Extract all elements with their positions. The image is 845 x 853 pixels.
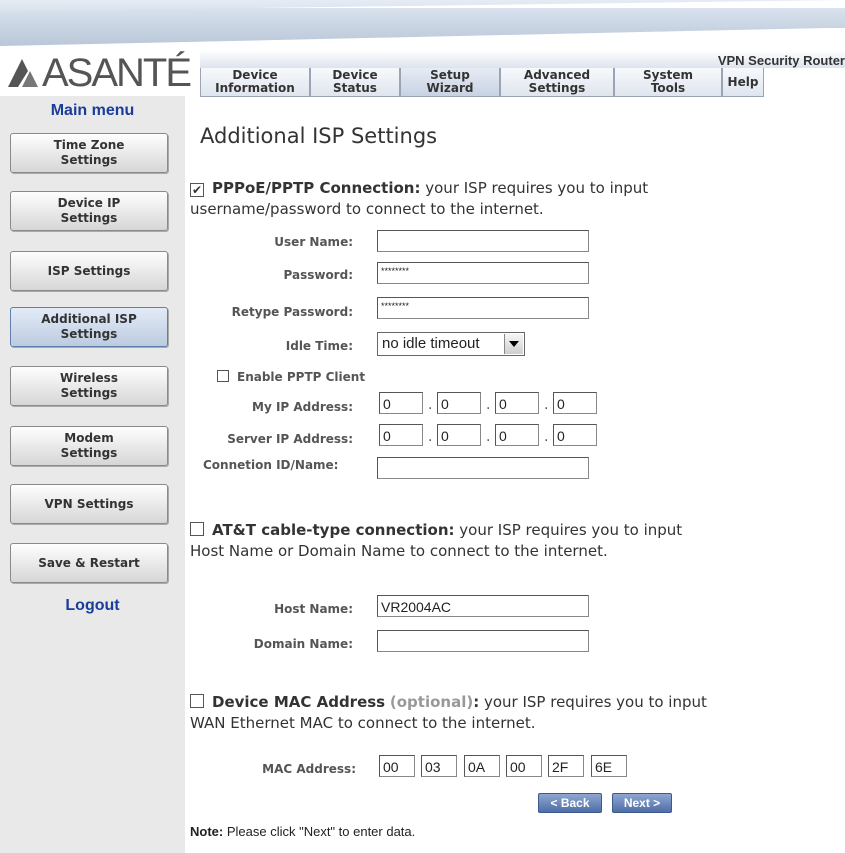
- idle-time-select[interactable]: no idle timeout: [377, 332, 525, 356]
- password-input[interactable]: ********: [377, 262, 589, 284]
- next-button[interactable]: Next >: [612, 793, 672, 813]
- mac-octet-6[interactable]: 6E: [591, 755, 627, 777]
- page-title: Additional ISP Settings: [200, 124, 438, 148]
- pppoe-checkbox[interactable]: ✔: [190, 183, 204, 197]
- top-nav-tabs: Device Information Device Status Setup Wiza…: [200, 68, 764, 97]
- my-ip-octet-1[interactable]: 0: [379, 392, 423, 414]
- domain-name-label: Domain Name:: [253, 637, 353, 651]
- server-ip-octet-3[interactable]: 0: [495, 424, 539, 446]
- mac-section-text: Device MAC Address (optional): your ISP …: [190, 693, 707, 732]
- logout-link[interactable]: Logout: [0, 597, 185, 615]
- my-ip-octet-4[interactable]: 0: [553, 392, 597, 414]
- mac-octet-3[interactable]: 0A: [464, 755, 500, 777]
- host-name-label: Host Name:: [274, 602, 353, 616]
- sidebar-item-isp-settings[interactable]: ISP Settings: [10, 251, 168, 291]
- connection-id-input[interactable]: [377, 457, 589, 479]
- mac-octet-4[interactable]: 00: [506, 755, 542, 777]
- sidebar-item-vpn[interactable]: VPN Settings: [10, 484, 168, 524]
- tab-setup-wizard[interactable]: Setup Wizard: [400, 68, 500, 97]
- enable-pptp-row: Enable PPTP Client: [217, 370, 365, 384]
- server-ip-octet-1[interactable]: 0: [379, 424, 423, 446]
- asante-logo-mark: [8, 57, 40, 89]
- enable-pptp-checkbox[interactable]: [217, 370, 229, 382]
- user-name-label: User Name:: [274, 235, 353, 249]
- note-text: Note: Please click "Next" to enter data.: [190, 824, 416, 839]
- product-name: VPN Security Router: [717, 53, 845, 68]
- server-ip-octet-2[interactable]: 0: [437, 424, 481, 446]
- chevron-down-icon[interactable]: [504, 334, 523, 354]
- pppoe-section-text: ✔ PPPoE/PPTP Connection: your ISP require…: [190, 179, 649, 218]
- back-button[interactable]: < Back: [538, 793, 602, 813]
- password-label: Password:: [283, 268, 354, 282]
- idle-time-label: Idle Time:: [285, 339, 353, 353]
- sidebar-item-save-restart[interactable]: Save & Restart: [10, 543, 168, 583]
- server-ip-label: Server IP Address:: [227, 432, 353, 446]
- mac-octet-1[interactable]: 00: [379, 755, 415, 777]
- domain-name-input[interactable]: [377, 630, 589, 652]
- sidebar: Main menu Time Zone Settings Device IP Set…: [0, 96, 185, 853]
- mac-checkbox[interactable]: [190, 694, 204, 708]
- att-section-text: AT&T cable-type connection: your ISP req…: [190, 521, 683, 560]
- sidebar-item-time-zone[interactable]: Time Zone Settings: [10, 133, 168, 173]
- sidebar-item-wireless[interactable]: Wireless Settings: [10, 366, 168, 406]
- sidebar-item-additional-isp[interactable]: Additional ISP Settings: [10, 307, 168, 347]
- tab-device-status[interactable]: Device Status: [310, 68, 400, 97]
- sidebar-item-device-ip[interactable]: Device IP Settings: [10, 191, 168, 231]
- retype-password-label: Retype Password:: [231, 305, 353, 319]
- connection-id-label: Connetion ID/Name:: [203, 458, 339, 472]
- tab-system-tools[interactable]: System Tools: [614, 68, 722, 97]
- my-ip-label: My IP Address:: [252, 400, 353, 414]
- server-ip-octet-4[interactable]: 0: [553, 424, 597, 446]
- user-name-input[interactable]: [377, 230, 589, 252]
- my-ip-octet-3[interactable]: 0: [495, 392, 539, 414]
- tab-device-information[interactable]: Device Information: [200, 68, 310, 97]
- tab-help[interactable]: Help: [722, 68, 764, 97]
- att-checkbox[interactable]: [190, 522, 204, 536]
- product-title-bar: VPN Security Router: [200, 50, 845, 68]
- top-banner: [0, 0, 845, 46]
- main-content: Additional ISP Settings ✔ PPPoE/PPTP Conn…: [190, 96, 845, 853]
- sidebar-item-modem[interactable]: Modem Settings: [10, 426, 168, 466]
- mac-octet-5[interactable]: 2F: [548, 755, 584, 777]
- main-menu-title: Main menu: [50, 102, 135, 119]
- tab-advanced-settings[interactable]: Advanced Settings: [500, 68, 614, 97]
- brand-name: ASANTÉ: [42, 50, 192, 95]
- host-name-input[interactable]: VR2004AC: [377, 595, 589, 617]
- retype-password-input[interactable]: ********: [377, 297, 589, 319]
- my-ip-octet-2[interactable]: 0: [437, 392, 481, 414]
- mac-octet-2[interactable]: 03: [421, 755, 457, 777]
- mac-address-label: MAC Address:: [262, 762, 356, 776]
- asante-logo: ASANTÉ: [8, 50, 192, 95]
